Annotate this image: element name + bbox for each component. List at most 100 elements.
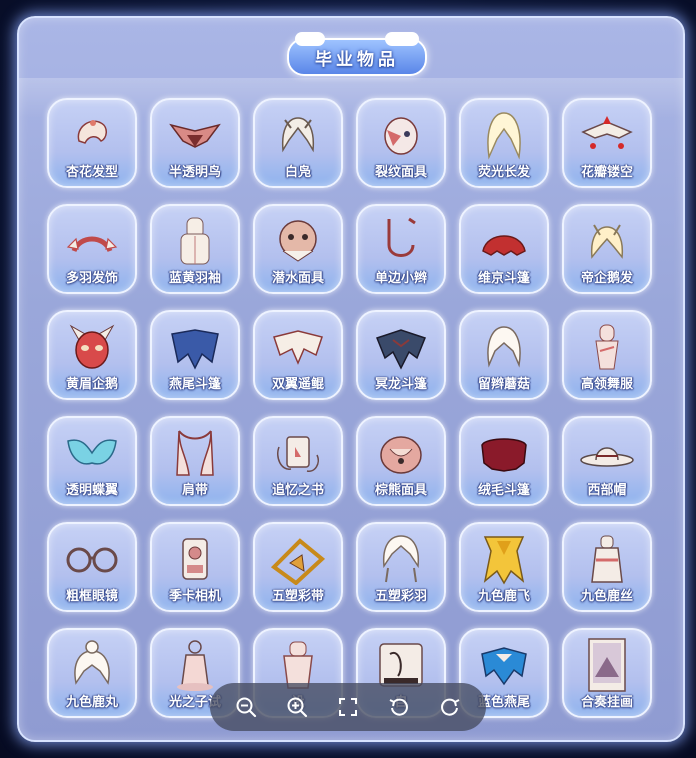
item-label: 九色鹿丸 <box>65 695 118 710</box>
item-card[interactable]: 荧光长发 <box>459 98 549 188</box>
item-card[interactable]: 裂纹面具 <box>356 98 446 188</box>
item-label: 黄眉企鹅 <box>65 377 118 392</box>
item-card[interactable]: 蓝黄羽袖 <box>150 204 240 294</box>
deer-flying-cape-icon <box>461 532 547 586</box>
transparent-butterfly-wing-icon <box>49 426 135 480</box>
item-card[interactable]: 帝企鹅发 <box>562 204 652 294</box>
item-label: 九色鹿丝 <box>580 589 633 604</box>
zoom-out-icon <box>236 697 256 718</box>
item-label: 追忆之书 <box>271 483 324 498</box>
item-label: 西部帽 <box>587 483 627 498</box>
viking-cape-icon <box>461 214 547 268</box>
diving-mask-icon <box>255 214 341 268</box>
item-label: 高领舞服 <box>580 377 633 392</box>
item-card[interactable]: 白凫 <box>253 98 343 188</box>
item-card[interactable]: 冥龙斗篷 <box>356 310 446 400</box>
item-card[interactable]: 维京斗篷 <box>459 204 549 294</box>
zoom-in-icon <box>287 697 307 718</box>
item-card[interactable]: 花瓣镂空 <box>562 98 652 188</box>
item-label: 帝企鹅发 <box>580 271 633 286</box>
white-duck-hair-icon <box>255 108 341 162</box>
feather-hair-icon <box>358 532 444 586</box>
item-card[interactable]: 潜水面具 <box>253 204 343 294</box>
items-grid: 杏花发型 半透明鸟 白凫 裂纹面具 荧光长发 花瓣镂空多羽发饰 蓝黄羽袖 潜水面具 单边小辫 维京… <box>47 98 652 718</box>
item-label: 花瓣镂空 <box>580 165 633 180</box>
item-card[interactable]: 西部帽 <box>562 416 652 506</box>
graduation-items-panel: 毕业物品 杏花发型 半透明鸟 白凫 裂纹面具 荧光长发 花瓣镂空多羽发饰 蓝黄羽袖 潜水面具 单… <box>17 16 685 742</box>
item-label: 粗框眼镜 <box>65 589 118 604</box>
item-label: 单边小辫 <box>374 271 427 286</box>
item-label: 留辫蘑菇 <box>477 377 530 392</box>
page-title: 毕业物品 <box>315 49 399 70</box>
swallowtail-cape-icon <box>152 320 238 374</box>
ribbon-icon <box>255 532 341 586</box>
item-card[interactable]: 单边小辫 <box>356 204 446 294</box>
item-card[interactable]: 绒毛斗篷 <box>459 416 549 506</box>
item-label: 五塑彩羽 <box>374 589 427 604</box>
deer-bun-hair-icon <box>49 638 135 692</box>
translucent-bird-icon <box>152 108 238 162</box>
item-label: 蓝黄羽袖 <box>168 271 221 286</box>
item-label: 杏花发型 <box>65 165 118 180</box>
season-camera-icon <box>152 532 238 586</box>
rotate-right-button[interactable] <box>435 692 465 722</box>
fullscreen-button[interactable] <box>333 692 363 722</box>
dark-dragon-cape-icon <box>358 320 444 374</box>
twin-wing-cape-icon <box>255 320 341 374</box>
item-card[interactable]: 肩带 <box>150 416 240 506</box>
mushroom-braid-hair-icon <box>461 320 547 374</box>
item-card[interactable]: 透明蝶翼 <box>47 416 137 506</box>
item-card[interactable]: 五塑彩带 <box>253 522 343 612</box>
item-card[interactable]: 合奏挂画 <box>562 628 652 718</box>
snow-decoration <box>385 32 419 46</box>
item-card[interactable]: 杏花发型 <box>47 98 137 188</box>
rotate-right-icon <box>441 698 460 716</box>
item-label: 燕尾斗篷 <box>168 377 221 392</box>
item-label: 透明蝶翼 <box>65 483 118 498</box>
yellow-brow-penguin-mask-icon <box>49 320 135 374</box>
item-label: 绒毛斗篷 <box>477 483 530 498</box>
item-label: 潜水面具 <box>271 271 324 286</box>
item-card[interactable]: 九色鹿丝 <box>562 522 652 612</box>
item-card[interactable]: 追忆之书 <box>253 416 343 506</box>
brown-bear-mask-icon <box>358 426 444 480</box>
item-label: 合奏挂画 <box>580 695 633 710</box>
deer-silk-dress-icon <box>564 532 650 586</box>
glow-long-hair-icon <box>461 108 547 162</box>
item-card[interactable]: 留辫蘑菇 <box>459 310 549 400</box>
item-card[interactable]: 棕熊面具 <box>356 416 446 506</box>
item-label: 多羽发饰 <box>65 271 118 286</box>
zoom-in-button[interactable] <box>282 692 312 722</box>
rotate-left-button[interactable] <box>384 692 414 722</box>
item-card[interactable]: 高领舞服 <box>562 310 652 400</box>
item-card[interactable]: 双翼遥鲲 <box>253 310 343 400</box>
memory-book-icon <box>255 426 341 480</box>
item-label: 裂纹面具 <box>374 165 427 180</box>
shoulder-strap-icon <box>152 426 238 480</box>
item-card[interactable]: 黄眉企鹅 <box>47 310 137 400</box>
western-hat-icon <box>564 426 650 480</box>
title-banner: 毕业物品 <box>287 32 427 76</box>
petal-hollow-icon <box>564 108 650 162</box>
item-label: 九色鹿飞 <box>477 589 530 604</box>
item-card[interactable]: 粗框眼镜 <box>47 522 137 612</box>
high-collar-dress-icon <box>564 320 650 374</box>
item-card[interactable]: 半透明鸟 <box>150 98 240 188</box>
item-card[interactable]: 多羽发饰 <box>47 204 137 294</box>
side-braid-icon <box>358 214 444 268</box>
item-card[interactable]: 燕尾斗篷 <box>150 310 240 400</box>
item-label: 棕熊面具 <box>374 483 427 498</box>
item-card[interactable]: 季卡相机 <box>150 522 240 612</box>
zoom-out-button[interactable] <box>231 692 261 722</box>
item-label: 维京斗篷 <box>477 271 530 286</box>
item-label: 五塑彩带 <box>271 589 324 604</box>
blue-swallowtail-cape-icon <box>461 638 547 692</box>
item-card[interactable]: 九色鹿飞 <box>459 522 549 612</box>
cracked-mask-icon <box>358 108 444 162</box>
item-label: 冥龙斗篷 <box>374 377 427 392</box>
item-card[interactable]: 九色鹿丸 <box>47 628 137 718</box>
fluffy-cape-icon <box>461 426 547 480</box>
item-card[interactable]: 五塑彩羽 <box>356 522 446 612</box>
item-label: 白凫 <box>284 165 311 180</box>
emperor-penguin-hair-icon <box>564 214 650 268</box>
